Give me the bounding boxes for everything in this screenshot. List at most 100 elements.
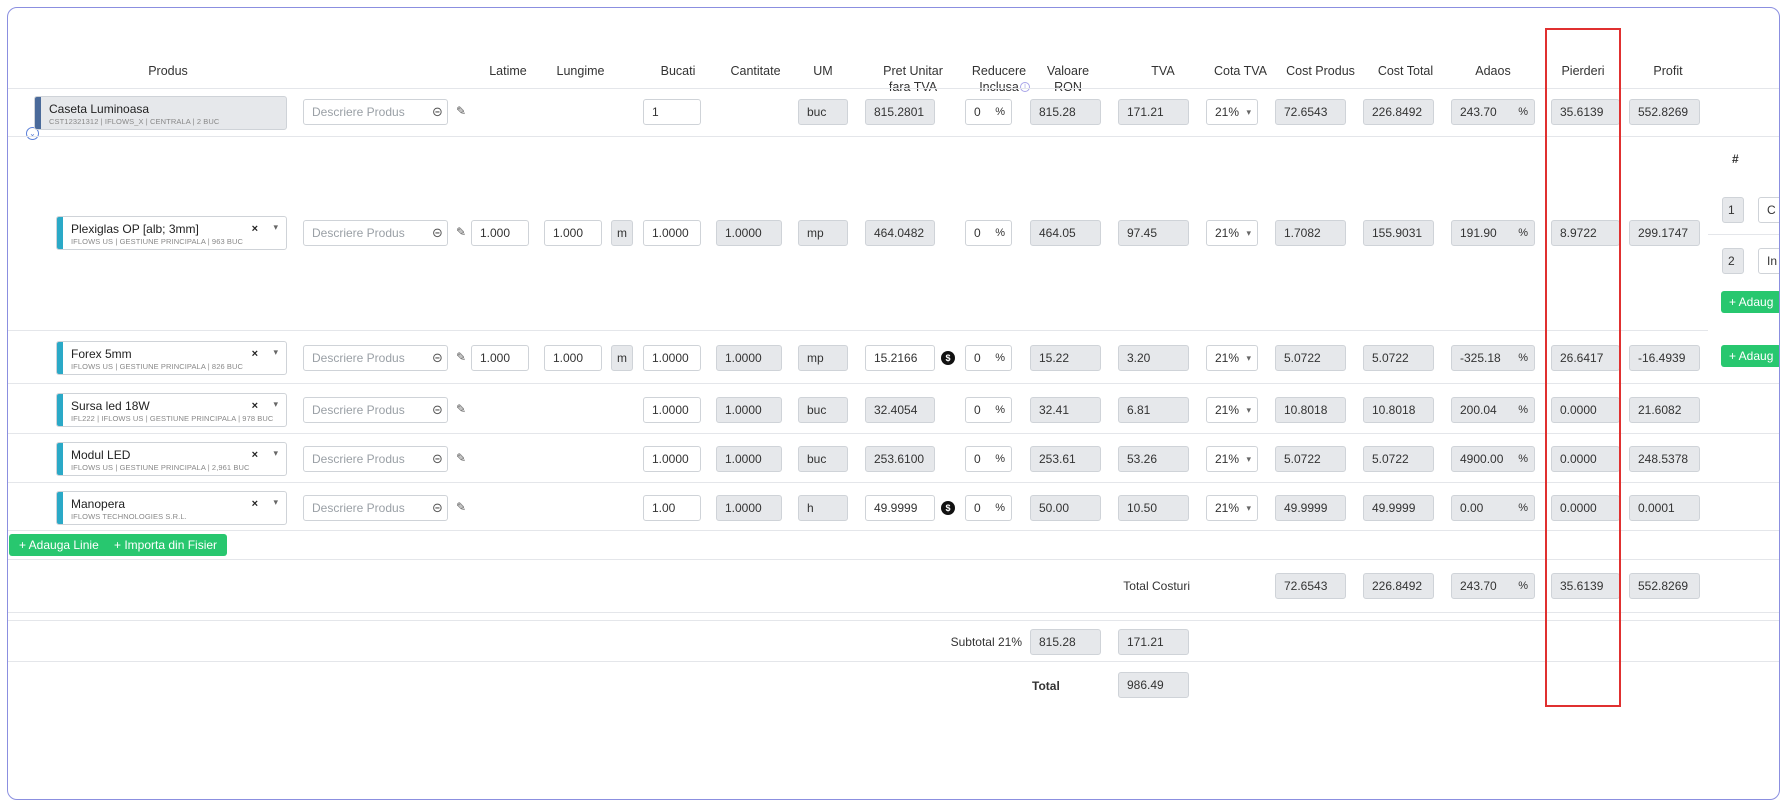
import-file-button[interactable]: + Importa din Fisier — [104, 534, 228, 556]
cost-total: 5.0722 — [1363, 446, 1434, 472]
description-input[interactable]: Descriere Produs — [303, 220, 448, 246]
percent-sign: % — [1518, 502, 1528, 514]
total-adaos-value: 243.70 — [1460, 579, 1497, 593]
chevron-down-icon[interactable]: ▾ — [273, 222, 278, 233]
product-select-modul-led[interactable]: Modul LED IFLOWS US | GESTIUNE PRINCIPAL… — [56, 442, 287, 476]
profit: 299.1747 — [1629, 220, 1700, 246]
parent-description-input[interactable]: Descriere Produs — [303, 99, 448, 125]
product-select-forex[interactable]: Forex 5mm IFLOWS US | GESTIUNE PRINCIPAL… — [56, 341, 287, 375]
cota-select[interactable]: 21% — [1206, 495, 1258, 521]
lungime-input[interactable]: 1.000 — [544, 220, 602, 246]
chevron-down-icon[interactable]: ▾ — [273, 347, 278, 358]
side-add-button-2[interactable]: + Adaug — [1721, 345, 1779, 367]
edit-icon[interactable]: ✎ — [456, 350, 470, 364]
um: mp — [798, 220, 848, 246]
info-icon[interactable]: i — [1020, 82, 1030, 92]
description-input[interactable]: Descriere Produs — [303, 446, 448, 472]
bucati-input[interactable]: 1.00 — [643, 495, 701, 521]
percent-sign: % — [1518, 404, 1528, 416]
product-select-manopera[interactable]: Manopera IFLOWS TECHNOLOGIES S.R.L. × ▾ — [56, 491, 287, 525]
link-icon[interactable]: ⊝ — [432, 226, 446, 240]
bucati-input[interactable]: 1.0000 — [643, 345, 701, 371]
link-icon[interactable]: ⊝ — [432, 501, 446, 515]
cota-select[interactable]: 21% — [1206, 220, 1258, 246]
header-latime: Latime — [489, 64, 527, 78]
edit-icon[interactable]: ✎ — [456, 500, 470, 514]
subtotal-valoare: 815.28 — [1030, 629, 1101, 655]
edit-icon[interactable]: ✎ — [456, 225, 470, 239]
reducere-value: 0 — [974, 403, 981, 417]
clear-icon[interactable]: × — [252, 400, 258, 412]
chevron-down-icon[interactable]: ▾ — [273, 448, 278, 459]
side-add-button-1[interactable]: + Adaug — [1721, 291, 1779, 313]
reducere-input[interactable]: 0% — [965, 495, 1012, 521]
chevron-down-icon[interactable]: ▾ — [273, 399, 278, 410]
bucati-input[interactable]: 1.0000 — [643, 220, 701, 246]
chevron-down-icon[interactable]: ▾ — [273, 497, 278, 508]
product-select-sursa[interactable]: Sursa led 18W IFL222 | IFLOWS US | GESTI… — [56, 393, 287, 427]
accent-bar — [57, 217, 63, 249]
dollar-icon[interactable]: $ — [941, 501, 955, 515]
edit-icon[interactable]: ✎ — [456, 402, 470, 416]
total-costuri-label: Total Costuri — [1123, 579, 1190, 593]
bucati-input[interactable]: 1.0000 — [643, 446, 701, 472]
subtotal-tva: 171.21 — [1118, 629, 1189, 655]
clear-icon[interactable]: × — [252, 498, 258, 510]
clear-icon[interactable]: × — [252, 223, 258, 235]
side-row-1-input[interactable]: C — [1758, 197, 1779, 223]
reducere-input[interactable]: 0% — [965, 397, 1012, 423]
row-divider — [8, 383, 1779, 384]
edit-icon[interactable]: ✎ — [456, 104, 470, 118]
header-cost-produs: Cost Produs — [1286, 64, 1355, 78]
reducere-input[interactable]: 0% — [965, 220, 1012, 246]
clear-icon[interactable]: × — [252, 449, 258, 461]
parent-product-name: Caseta Luminoasa — [49, 102, 150, 116]
latime-input[interactable]: 1.000 — [471, 345, 529, 371]
parent-product-sub: CST12321312 | IFLOWS_X | CENTRALA | 2 BU… — [49, 117, 220, 126]
reducere-input[interactable]: 0% — [965, 345, 1012, 371]
side-row-2-input[interactable]: In — [1758, 248, 1779, 274]
cost-total: 5.0722 — [1363, 345, 1434, 371]
description-input[interactable]: Descriere Produs — [303, 397, 448, 423]
add-line-button[interactable]: + Adauga Linie — [9, 534, 109, 556]
adaos: -325.18% — [1451, 345, 1535, 371]
link-icon[interactable]: ⊝ — [432, 105, 446, 119]
header-adaos: Adaos — [1475, 64, 1511, 78]
description-input[interactable]: Descriere Produs — [303, 345, 448, 371]
link-icon[interactable]: ⊝ — [432, 452, 446, 466]
cota-select[interactable]: 21% — [1206, 397, 1258, 423]
link-icon[interactable]: ⊝ — [432, 351, 446, 365]
percent-sign: % — [1518, 453, 1528, 465]
lungime-input[interactable]: 1.000 — [544, 345, 602, 371]
cost-produs: 1.7082 — [1275, 220, 1346, 246]
cantitate: 1.0000 — [716, 397, 782, 423]
edit-icon[interactable]: ✎ — [456, 451, 470, 465]
clear-icon[interactable]: × — [252, 348, 258, 360]
bucati-input[interactable]: 1.0000 — [643, 397, 701, 423]
pret-input[interactable]: 49.9999 — [865, 495, 935, 521]
cantitate: 1.0000 — [716, 446, 782, 472]
tva: 3.20 — [1118, 345, 1189, 371]
parent-cost-total: 226.8492 — [1363, 99, 1434, 125]
latime-input[interactable]: 1.000 — [471, 220, 529, 246]
cota-select[interactable]: 21% — [1206, 446, 1258, 472]
percent-sign: % — [995, 227, 1005, 239]
link-icon[interactable]: ⊝ — [432, 403, 446, 417]
parent-reducere-input[interactable]: 0% — [965, 99, 1012, 125]
cost-total: 155.9031 — [1363, 220, 1434, 246]
pret-input[interactable]: 15.2166 — [865, 345, 935, 371]
adaos: 191.90% — [1451, 220, 1535, 246]
parent-cota-select[interactable]: 21% — [1206, 99, 1258, 125]
cota-select[interactable]: 21% — [1206, 345, 1258, 371]
parent-product-select[interactable]: Caseta Luminoasa CST12321312 | IFLOWS_X … — [34, 96, 287, 130]
product-sub: IFLOWS US | GESTIUNE PRINCIPALA | 826 BU… — [71, 362, 244, 371]
product-select-plexiglas[interactable]: Plexiglas OP [alb; 3mm] IFLOWS US | GEST… — [56, 216, 287, 250]
reducere-input[interactable]: 0% — [965, 446, 1012, 472]
adaos-value: 0.00 — [1460, 501, 1484, 515]
parent-bucati-input[interactable]: 1 — [643, 99, 701, 125]
tva: 10.50 — [1118, 495, 1189, 521]
unit-label: m — [611, 345, 633, 371]
description-input[interactable]: Descriere Produs — [303, 495, 448, 521]
dollar-icon[interactable]: $ — [941, 351, 955, 365]
pret: 32.4054 — [865, 397, 935, 423]
